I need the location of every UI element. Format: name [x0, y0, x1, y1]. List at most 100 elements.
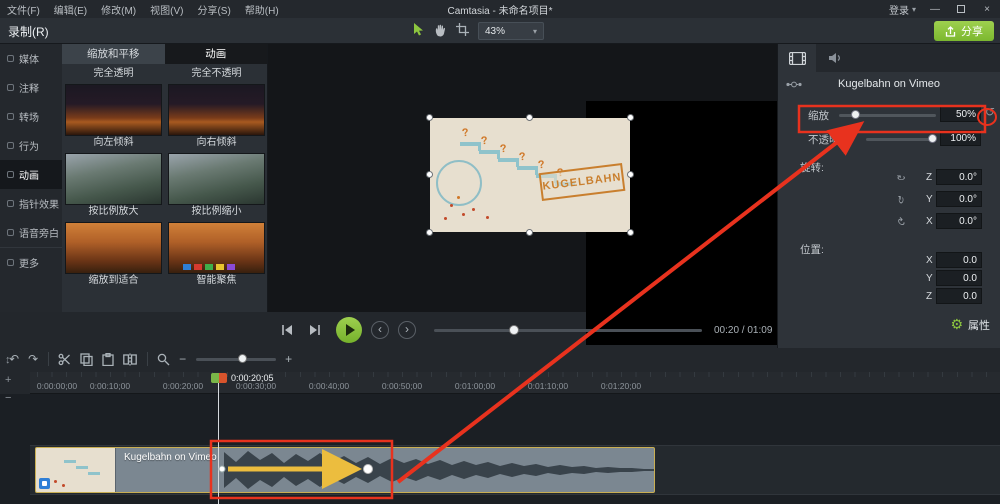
record-button[interactable]: 录制(R): [8, 23, 49, 40]
add-track-button[interactable]: +: [5, 374, 11, 386]
preset-scale-up[interactable]: 按比例放大: [65, 153, 162, 219]
menu-help[interactable]: 帮助(H): [238, 2, 286, 17]
opacity-slider[interactable]: [866, 134, 937, 143]
ruler-tick: 0:00:20;00: [162, 381, 204, 391]
rotation-x-value[interactable]: 0.0°: [936, 213, 982, 229]
preset-tilt-right[interactable]: 向右倾斜: [168, 84, 265, 150]
timeline-zoom-in-button[interactable]: +: [285, 352, 292, 366]
opacity-slider-handle[interactable]: [927, 134, 937, 143]
timeline-zoom-handle[interactable]: [237, 353, 247, 363]
track-resize-icon[interactable]: ↕: [5, 354, 11, 366]
selection-handle[interactable]: [627, 114, 634, 121]
rotation-y-value[interactable]: 0.0°: [936, 191, 982, 207]
previous-frame-button[interactable]: [278, 322, 296, 338]
properties-toggle-button[interactable]: ⚙ 属性: [950, 316, 990, 333]
menu-file[interactable]: 文件(F): [0, 2, 47, 17]
next-frame-button[interactable]: [306, 322, 324, 338]
cursor-tool-icon[interactable]: [412, 22, 425, 40]
crop-tool-icon[interactable]: [456, 23, 469, 39]
sidebar-item-more[interactable]: 更多: [0, 247, 62, 276]
seek-slider[interactable]: [434, 324, 702, 335]
playback-controls: ‹ › 00:20 / 01:09: [268, 312, 777, 348]
rotate-y-icon[interactable]: ↻: [897, 193, 906, 207]
chevron-down-icon: ▾: [532, 26, 537, 36]
rotation-z-value[interactable]: 0.0°: [936, 169, 982, 185]
sidebar-item-behaviors[interactable]: 行为: [0, 131, 62, 160]
canvas-zoom-dropdown[interactable]: 43% ▾: [478, 22, 544, 40]
timeline-gutter: ↕ + −: [0, 348, 30, 504]
playhead[interactable]: [211, 373, 227, 383]
rotate-x-icon[interactable]: ↻: [893, 214, 910, 231]
sidebar-item-transitions[interactable]: 转场: [0, 102, 62, 131]
menu-share[interactable]: 分享(S): [190, 2, 237, 17]
pan-hand-icon[interactable]: [434, 23, 447, 40]
preset-scale-down[interactable]: 按比例缩小: [168, 153, 265, 219]
reset-scale-icon[interactable]: ↺: [985, 105, 995, 119]
scale-slider[interactable]: [839, 110, 936, 119]
selection-handle[interactable]: [526, 114, 533, 121]
pos-z-label: Z: [926, 291, 933, 302]
tab-audio-properties[interactable]: [816, 44, 854, 72]
sidebar-item-media[interactable]: 媒体: [0, 44, 62, 73]
preset-scale-to-fit[interactable]: 缩放到适合: [65, 222, 162, 288]
playhead-in-handle[interactable]: [211, 373, 219, 383]
position-z-value[interactable]: 0.0: [936, 288, 982, 304]
selection-handle[interactable]: [426, 229, 433, 236]
scale-slider-handle[interactable]: [850, 110, 860, 119]
remove-track-button[interactable]: −: [5, 392, 11, 404]
selection-handle[interactable]: [526, 229, 533, 236]
copy-icon[interactable]: [80, 352, 93, 366]
menu-edit[interactable]: 编辑(E): [47, 2, 94, 17]
playhead-out-handle[interactable]: [219, 373, 227, 383]
animation-presets-grid: 完全透明 完全不透明 向左倾斜 向右倾斜 按比例放大 按比例缩小 缩放到适合 智…: [62, 64, 267, 290]
sidebar-item-annotations[interactable]: 注释: [0, 73, 62, 102]
timeline-zoom-slider[interactable]: [196, 353, 277, 363]
tab-zoom-n-pan[interactable]: 缩放和平移: [62, 44, 165, 64]
selection-handle[interactable]: [627, 229, 634, 236]
close-button[interactable]: ×: [974, 0, 1000, 18]
minimize-button[interactable]: —: [922, 0, 948, 18]
selection-handle[interactable]: [426, 114, 433, 121]
timeline-zoom-out-button[interactable]: −: [179, 352, 186, 366]
seek-handle[interactable]: [509, 324, 520, 335]
menu-modify[interactable]: 修改(M): [94, 2, 143, 17]
play-button[interactable]: [336, 317, 362, 343]
sidebar-item-voice-narration[interactable]: 语音旁白: [0, 218, 62, 247]
position-x-value[interactable]: 0.0: [936, 252, 982, 268]
preset-smart-focus[interactable]: 智能聚焦: [168, 222, 265, 288]
timeline-ruler[interactable]: 0:00:00;00 0:00:10;00 0:00:20;00 0:00:30…: [30, 372, 1000, 394]
timeline-search-icon[interactable]: [157, 353, 170, 366]
cut-icon[interactable]: [58, 353, 71, 366]
tab-animations[interactable]: 动画: [164, 44, 267, 64]
question-mark: ?: [480, 134, 489, 148]
rotate-z-icon[interactable]: ↻: [894, 174, 908, 183]
preset-thumbnail: [168, 222, 265, 274]
share-button[interactable]: 分享: [934, 21, 994, 41]
playhead-line[interactable]: [218, 383, 219, 504]
canvas-media[interactable]: ? ? ? ? ? ? KUGELBAHN: [430, 118, 630, 232]
position-y-value[interactable]: 0.0: [936, 270, 982, 286]
preset-tilt-left[interactable]: 向左倾斜: [65, 84, 162, 150]
clip-thumbnail: [36, 448, 116, 492]
playback-time: 00:20 / 01:09: [714, 324, 773, 336]
preset-full-opaque[interactable]: 完全不透明: [168, 66, 265, 81]
split-icon[interactable]: [123, 353, 137, 366]
selection-handle[interactable]: [426, 171, 433, 178]
pos-x-label: X: [926, 255, 933, 266]
login-button[interactable]: 登录 ▾: [883, 2, 922, 17]
sidebar-item-animations[interactable]: 动画: [0, 160, 62, 189]
axis-y-label: Y: [926, 194, 933, 205]
selection-handle[interactable]: [627, 171, 634, 178]
previous-marker-button[interactable]: ‹: [371, 321, 389, 339]
timeline-clip[interactable]: Kugelbahn on Vimeo: [35, 447, 655, 493]
opacity-value[interactable]: 100%: [940, 130, 981, 146]
selected-media-bounds: ? ? ? ? ? ? KUGELBAHN: [426, 114, 634, 236]
tab-visual-properties[interactable]: [778, 44, 816, 72]
scale-value[interactable]: 50%: [940, 106, 981, 122]
paste-icon[interactable]: [102, 352, 114, 366]
preset-full-transparent[interactable]: 完全透明: [65, 66, 162, 81]
maximize-button[interactable]: [948, 0, 974, 18]
next-marker-button[interactable]: ›: [398, 321, 416, 339]
menu-view[interactable]: 视图(V): [143, 2, 190, 17]
sidebar-item-cursor-effects[interactable]: 指针效果: [0, 189, 62, 218]
